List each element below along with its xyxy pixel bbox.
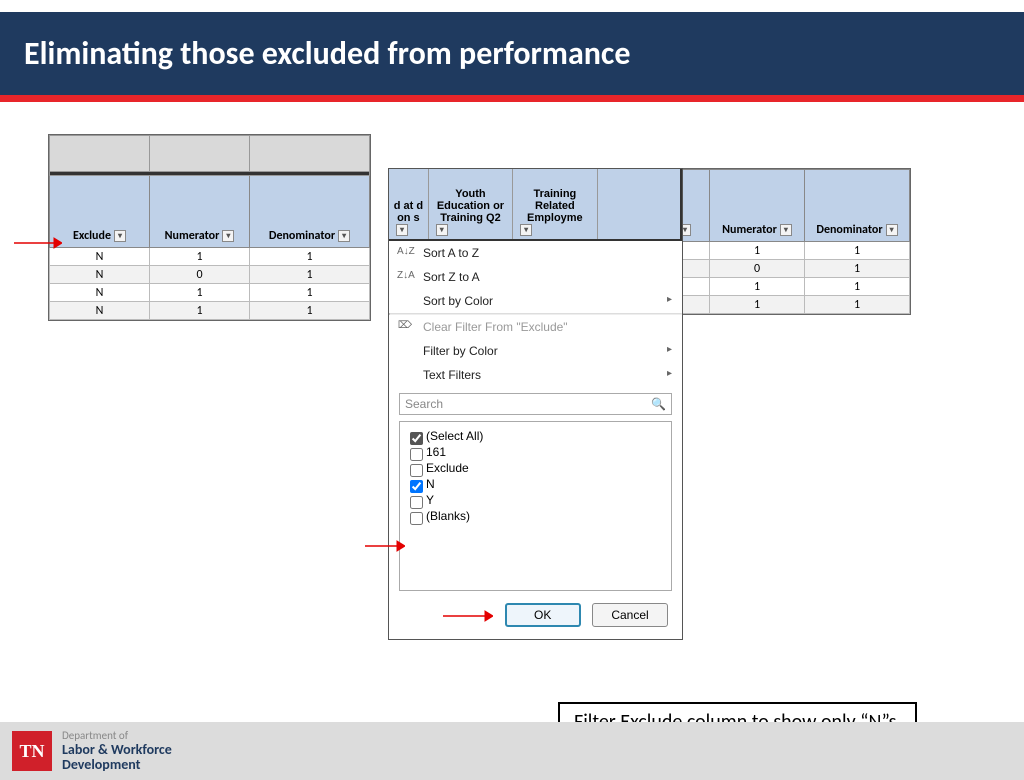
footer: TN Department of Labor & Workforce Devel… [0, 722, 1024, 780]
tree-item[interactable]: Exclude [406, 460, 665, 476]
clear-filter-icon: ⌦ [397, 320, 413, 331]
filter-search-input[interactable]: Search 🔍 [399, 393, 672, 415]
filter-dropdown-icon[interactable] [886, 224, 898, 236]
arrow-icon [365, 539, 405, 553]
table-row: N11 [50, 302, 370, 320]
table-row: N01 [50, 266, 370, 284]
menu-sort-by-color[interactable]: Sort by Color [389, 289, 682, 313]
menu-sort-az[interactable]: A↓ZSort A to Z [389, 241, 682, 265]
tree-select-all[interactable]: (Select All) [406, 428, 665, 444]
menu-filter-by-color[interactable]: Filter by Color [389, 339, 682, 363]
col-fragment[interactable]: d at d on s [389, 169, 429, 239]
table-row: N11 [50, 284, 370, 302]
filter-values-tree[interactable]: (Select All) 161 Exclude N Y (Blanks) [399, 421, 672, 591]
tree-item[interactable]: N [406, 476, 665, 492]
filter-popup: d at d on s Youth Education or Training … [388, 168, 683, 640]
tree-item[interactable]: 161 [406, 444, 665, 460]
col-youth-education[interactable]: Youth Education or Training Q2 [429, 169, 513, 239]
menu-clear-filter: ⌦Clear Filter From "Exclude" [389, 315, 682, 339]
sort-za-icon: Z↓A [397, 270, 413, 281]
col-denominator[interactable]: Denominator [805, 170, 910, 242]
menu-text-filters[interactable]: Text Filters [389, 363, 682, 387]
col-exclude[interactable]: Exclude [50, 176, 150, 248]
checkbox-blanks[interactable] [410, 512, 423, 525]
red-strip [0, 95, 1024, 102]
col-numerator[interactable]: Numerator [710, 170, 805, 242]
left-table-container: Exclude Numerator Denominator N11 N01 N1… [48, 134, 371, 321]
slide-title: Eliminating those excluded from performa… [0, 12, 1024, 95]
tn-logo: TN [12, 731, 52, 771]
tree-item[interactable]: Y [406, 492, 665, 508]
filter-dropdown-icon[interactable] [338, 230, 350, 242]
tree-item[interactable]: (Blanks) [406, 508, 665, 524]
filter-dropdown-icon[interactable] [436, 224, 448, 236]
col-numerator[interactable]: Numerator [150, 176, 250, 248]
popup-column-headers: d at d on s Youth Education or Training … [389, 169, 682, 241]
filter-dropdown-icon[interactable] [114, 230, 126, 242]
left-table: Exclude Numerator Denominator N11 N01 N1… [49, 135, 370, 320]
col-denominator[interactable]: Denominator [250, 176, 370, 248]
dept-name: Department of Labor & Workforce Developm… [62, 730, 172, 773]
filter-dropdown-icon[interactable] [520, 224, 532, 236]
filter-dropdown-icon[interactable] [396, 224, 408, 236]
table-row: N11 [50, 248, 370, 266]
arrow-icon [443, 609, 493, 623]
sort-az-icon: A↓Z [397, 246, 413, 257]
arrow-icon [14, 236, 62, 250]
menu-sort-za[interactable]: Z↓ASort Z to A [389, 265, 682, 289]
search-icon: 🔍 [651, 397, 666, 411]
ok-button[interactable]: OK [505, 603, 581, 627]
filter-dropdown-icon[interactable] [222, 230, 234, 242]
filter-dropdown-icon[interactable] [780, 224, 792, 236]
cancel-button[interactable]: Cancel [592, 603, 668, 627]
col-training-related[interactable]: Training Related Employme [513, 169, 597, 239]
